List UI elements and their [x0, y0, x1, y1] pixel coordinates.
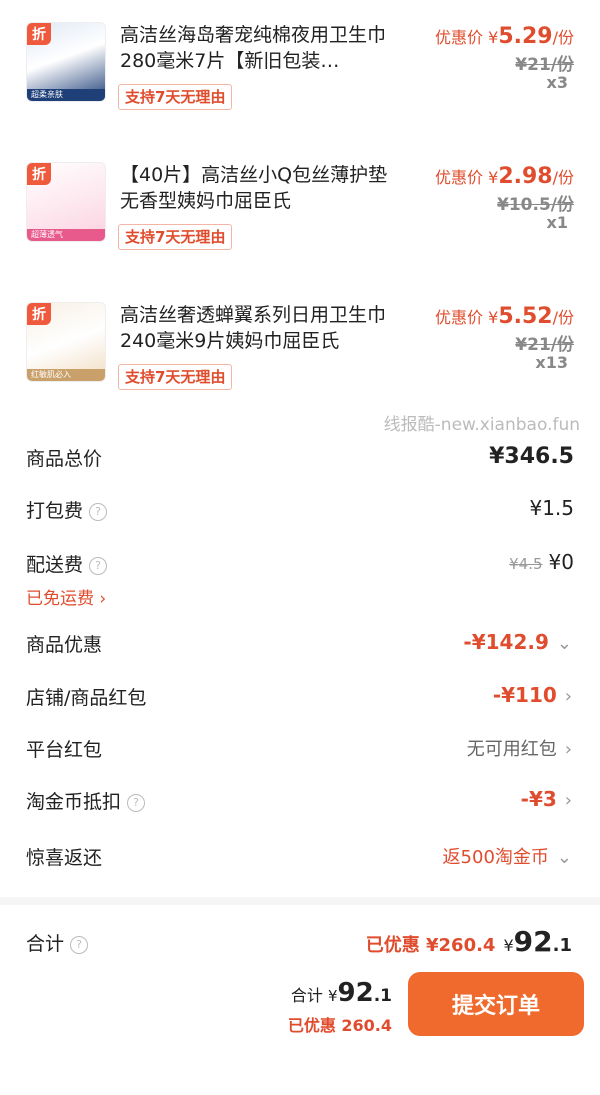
shop-coupon-label: 店铺/商品红包 [26, 687, 147, 709]
packing-fee-row: 打包费? ¥1.5 [0, 496, 600, 536]
product-item[interactable]: 折 红敏肌必入 高洁丝奢透蝉翼系列日用卫生巾240毫米9片姨妈巾屈臣氏 支持7天… [0, 280, 600, 400]
product-price: 优惠价 ¥5.29/份 [435, 24, 574, 49]
product-thumbnail[interactable]: 折 超薄透气 [26, 162, 106, 242]
shipping-fee-value: ¥4.5 ¥0 [509, 550, 574, 574]
shop-coupon-value: -¥110 › [492, 683, 572, 707]
return-policy-tag: 支持7天无理由 [118, 224, 233, 250]
quantity: x3 [546, 73, 568, 92]
packing-fee-label: 打包费 [26, 500, 84, 522]
footer-saved: 已优惠 260.4 [287, 1016, 392, 1035]
total-label: 合计 [26, 933, 65, 955]
chevron-right-icon[interactable]: › [565, 739, 572, 760]
packing-fee-value: ¥1.5 [529, 496, 574, 520]
discount-badge: 折 [27, 303, 51, 325]
shipping-old-price: ¥4.5 [509, 555, 543, 573]
surprise-return-label: 惊喜返还 [26, 847, 103, 869]
chevron-down-icon[interactable]: ⌄ [557, 633, 572, 654]
platform-coupon-value: 无可用红包 › [466, 739, 572, 760]
footer-total: 合计 ¥92.1 [290, 978, 392, 1008]
coin-deduction-row[interactable]: 淘金币抵扣? -¥3 › [0, 787, 600, 827]
product-title[interactable]: 高洁丝奢透蝉翼系列日用卫生巾240毫米9片姨妈巾屈臣氏 [120, 302, 400, 354]
product-item[interactable]: 折 超柔亲肤 高洁丝海岛奢宠纯棉夜用卫生巾280毫米7片【新旧包装… 支持7天无… [0, 0, 600, 120]
discount-badge: 折 [27, 23, 51, 45]
goods-total-value: ¥346.5 [489, 444, 574, 469]
surprise-return-row[interactable]: 惊喜返还 返500淘金币 ⌄ [0, 843, 600, 883]
coin-deduction-value: -¥3 › [520, 787, 572, 811]
help-icon[interactable]: ? [127, 794, 146, 812]
product-thumb-caption: 超薄透气 [27, 229, 105, 241]
product-price: 优惠价 ¥2.98/份 [435, 164, 574, 189]
product-thumb-caption: 超柔亲肤 [27, 89, 105, 101]
product-thumbnail[interactable]: 折 超柔亲肤 [26, 22, 106, 102]
product-item[interactable]: 折 超薄透气 【40片】高洁丝小Q包丝薄护垫无香型姨妈巾屈臣氏 支持7天无理由 … [0, 140, 600, 260]
total-value: 已优惠 ¥260.4 ¥92.1 [365, 925, 572, 958]
surprise-return-value: 返500淘金币 ⌄ [442, 847, 572, 868]
platform-coupon-row[interactable]: 平台红包 无可用红包 › [0, 735, 600, 775]
product-title[interactable]: 【40片】高洁丝小Q包丝薄护垫无香型姨妈巾屈臣氏 [120, 162, 400, 214]
shipping-fee-label: 配送费 [26, 554, 84, 576]
quantity: x13 [535, 353, 568, 372]
product-thumbnail[interactable]: 折 红敏肌必入 [26, 302, 106, 382]
chevron-down-icon[interactable]: ⌄ [557, 847, 572, 868]
divider [0, 897, 600, 905]
return-policy-tag: 支持7天无理由 [118, 84, 233, 110]
help-icon[interactable]: ? [70, 936, 89, 954]
product-thumb-caption: 红敏肌必入 [27, 369, 105, 381]
free-shipping-link[interactable]: 已免运费 › [26, 584, 106, 609]
chevron-right-icon[interactable]: › [565, 790, 572, 811]
chevron-right-icon[interactable]: › [565, 686, 572, 707]
return-policy-tag: 支持7天无理由 [118, 364, 233, 390]
submit-order-button[interactable]: 提交订单 [408, 972, 584, 1036]
total-row: 合计? 已优惠 ¥260.4 ¥92.1 [0, 925, 600, 965]
help-icon[interactable]: ? [89, 557, 108, 575]
watermark: 线报酷-new.xianbao.fun [383, 415, 580, 435]
quantity: x1 [546, 213, 568, 232]
goods-discount-row[interactable]: 商品优惠 -¥142.9 ⌄ [0, 630, 600, 670]
shop-coupon-row[interactable]: 店铺/商品红包 -¥110 › [0, 683, 600, 723]
product-price: 优惠价 ¥5.52/份 [435, 304, 574, 329]
product-title[interactable]: 高洁丝海岛奢宠纯棉夜用卫生巾280毫米7片【新旧包装… [120, 22, 400, 74]
platform-coupon-label: 平台红包 [26, 739, 103, 761]
discount-badge: 折 [27, 163, 51, 185]
goods-total-label: 商品总价 [26, 448, 103, 470]
original-price: ¥21/份 [515, 335, 574, 355]
goods-discount-value: -¥142.9 ⌄ [463, 630, 572, 654]
goods-discount-label: 商品优惠 [26, 634, 103, 656]
total-saved: 已优惠 ¥260.4 [365, 935, 496, 956]
goods-total-row: 商品总价 ¥346.5 [0, 444, 600, 484]
help-icon[interactable]: ? [89, 503, 108, 521]
coin-deduction-label: 淘金币抵扣 [26, 791, 122, 813]
original-price: ¥10.5/份 [497, 195, 574, 215]
original-price: ¥21/份 [515, 55, 574, 75]
